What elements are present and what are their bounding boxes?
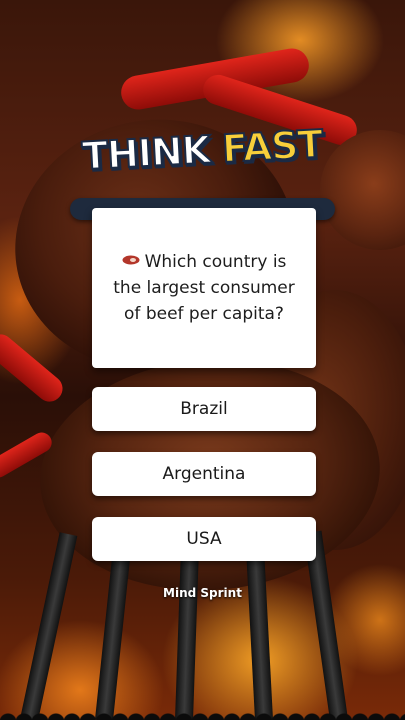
brand-label: Mind Sprint: [163, 586, 242, 600]
answer-label: Brazil: [180, 399, 228, 419]
game-title: THINK FAST: [0, 121, 405, 180]
title-fast: FAST: [220, 121, 324, 172]
answer-button-1[interactable]: Brazil: [92, 387, 316, 431]
chili-pepper: [0, 329, 68, 407]
grill-rod: [20, 532, 78, 720]
answer-label: Argentina: [162, 464, 246, 484]
answer-button-3[interactable]: USA: [92, 517, 316, 561]
question-text: Which country is the largest consumer of…: [113, 252, 295, 324]
title-think: THINK: [80, 127, 212, 180]
question-card: Which country is the largest consumer of…: [92, 208, 316, 368]
answer-label: USA: [186, 529, 222, 549]
answer-button-2[interactable]: Argentina: [92, 452, 316, 496]
bottom-wave-border: [0, 706, 405, 720]
steak-icon: [122, 255, 140, 265]
